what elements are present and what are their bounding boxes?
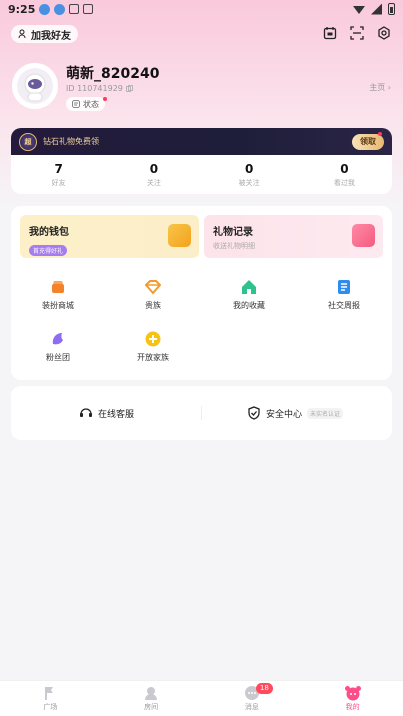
stat-friends[interactable]: 7 好友 — [11, 155, 106, 194]
grid-label: 我的收藏 — [233, 301, 265, 310]
avatar[interactable] — [12, 63, 58, 109]
stat-value: 0 — [149, 161, 159, 176]
stat-value: 0 — [244, 161, 254, 176]
bottom-nav: 广场 房间 消息 18 我的 — [0, 680, 403, 716]
me-icon — [344, 686, 361, 701]
gift-subtitle: 收送礼物明细 — [213, 242, 255, 250]
diamond-icon — [145, 280, 161, 295]
verification-note: 未实名认证 — [307, 407, 344, 419]
stat-label: 被关注 — [238, 178, 260, 187]
status-red-dot — [103, 97, 107, 101]
stat-label: 关注 — [146, 178, 161, 187]
settings-button[interactable] — [376, 25, 392, 41]
gift-record-card[interactable]: 礼物记录 收送礼物明细 — [204, 215, 383, 258]
app-notification-icon — [69, 4, 80, 14]
security-label: 安全中心 — [266, 409, 303, 420]
divider — [201, 406, 202, 420]
wallet-icon — [168, 224, 191, 247]
vip-text: 钻石礼物免费领 — [43, 137, 99, 146]
room-icon — [145, 687, 158, 700]
grid-item-shop[interactable]: 装扮商城 — [18, 278, 98, 311]
plus-icon — [145, 331, 161, 347]
person-add-icon — [18, 29, 26, 39]
gift-title: 礼物记录 — [213, 227, 253, 238]
grid-label: 粉丝团 — [46, 353, 70, 362]
checkin-calendar-button[interactable] — [322, 25, 338, 41]
copy-icon[interactable] — [125, 85, 133, 92]
signal-icon — [371, 3, 382, 15]
vip-banner[interactable]: 超 钻石礼物免费领 领取 — [11, 128, 392, 155]
vip-red-dot — [378, 132, 382, 136]
house-icon — [242, 280, 256, 294]
gift-box-icon — [352, 224, 375, 247]
stat-label: 好友 — [51, 178, 66, 187]
grid-item-noble[interactable]: 贵族 — [113, 278, 193, 311]
wallet-title: 我的钱包 — [29, 227, 69, 238]
scan-icon — [350, 26, 364, 40]
user-id: ID 110741929 — [66, 84, 133, 93]
vip-badge-icon: 超 — [19, 132, 37, 151]
stat-value: 7 — [54, 161, 63, 176]
calendar-icon — [323, 27, 337, 40]
notification-icon — [39, 3, 51, 15]
headset-icon — [80, 408, 92, 417]
app-notification-icon — [83, 4, 94, 14]
shield-icon — [248, 406, 260, 420]
homepage-link[interactable]: 主页 › — [369, 82, 391, 93]
wifi-icon — [353, 6, 365, 14]
nav-label: 广场 — [43, 703, 58, 711]
plaza-icon — [45, 687, 54, 700]
vip-stats-card: 超 钻石礼物免费领 领取 7 好友 0 关注 0 被关注 0 看过我 — [11, 128, 392, 194]
nav-messages[interactable]: 消息 18 — [202, 681, 303, 716]
nickname: 萌新_820240 — [66, 66, 160, 82]
status-label: 状态 — [83, 99, 99, 109]
grid-label: 装扮商城 — [42, 301, 74, 310]
stat-label: 看过我 — [333, 178, 355, 187]
system-status-bar: 9:25 — [0, 0, 403, 18]
add-friend-label: 加我好友 — [31, 30, 71, 42]
unread-badge: 18 — [255, 683, 273, 694]
nav-me[interactable]: 我的 — [302, 681, 403, 716]
grid-item-family[interactable]: 开放家族 — [113, 330, 193, 363]
grid-label: 社交周报 — [328, 301, 360, 310]
fan-icon — [52, 333, 63, 345]
stat-value: 0 — [340, 161, 349, 176]
features-card: 我的钱包 首充得好礼 礼物记录 收送礼物明细 装扮商城 贵族 我的收藏 社交周报… — [11, 206, 392, 380]
clock: 9:25 — [8, 2, 36, 16]
nav-label: 我的 — [345, 703, 360, 711]
stat-followers[interactable]: 0 被关注 — [202, 155, 297, 194]
wallet-tag: 首充得好礼 — [29, 245, 68, 256]
security-center-button[interactable]: 安全中心 未实名认证 — [247, 386, 344, 440]
online-support-button[interactable]: 在线客服 — [79, 386, 134, 440]
wallet-card[interactable]: 我的钱包 首充得好礼 — [20, 215, 199, 258]
grid-label: 贵族 — [145, 301, 161, 310]
grid-item-weekly-report[interactable]: 社交周报 — [304, 278, 384, 311]
user-id-text: ID 110741929 — [66, 84, 123, 93]
status-icon — [72, 100, 80, 108]
stat-visitors[interactable]: 0 看过我 — [297, 155, 392, 194]
battery-icon — [388, 3, 395, 15]
stats-row: 7 好友 0 关注 0 被关注 0 看过我 — [11, 155, 392, 194]
support-label: 在线客服 — [98, 409, 135, 420]
nav-plaza[interactable]: 广场 — [0, 681, 101, 716]
service-card: 在线客服 安全中心 未实名认证 — [11, 386, 392, 440]
status-button[interactable]: 状态 — [66, 97, 107, 111]
homepage-label: 主页 — [369, 83, 386, 92]
grid-label: 开放家族 — [137, 353, 169, 362]
chevron-right-icon: › — [387, 83, 391, 92]
scan-button[interactable] — [349, 25, 365, 41]
gear-icon — [378, 26, 390, 40]
grid-item-fan-club[interactable]: 粉丝团 — [18, 330, 98, 363]
stat-following[interactable]: 0 关注 — [106, 155, 201, 194]
grid-item-collection[interactable]: 我的收藏 — [209, 278, 289, 311]
nav-label: 消息 — [244, 703, 259, 711]
nav-label: 房间 — [144, 703, 159, 711]
add-friend-button[interactable]: 加我好友 — [11, 25, 78, 43]
astronaut-avatar-icon — [17, 68, 53, 104]
nav-room[interactable]: 房间 — [101, 681, 202, 716]
shop-icon — [52, 281, 64, 293]
report-icon — [338, 280, 350, 294]
notification-icon — [54, 3, 66, 15]
